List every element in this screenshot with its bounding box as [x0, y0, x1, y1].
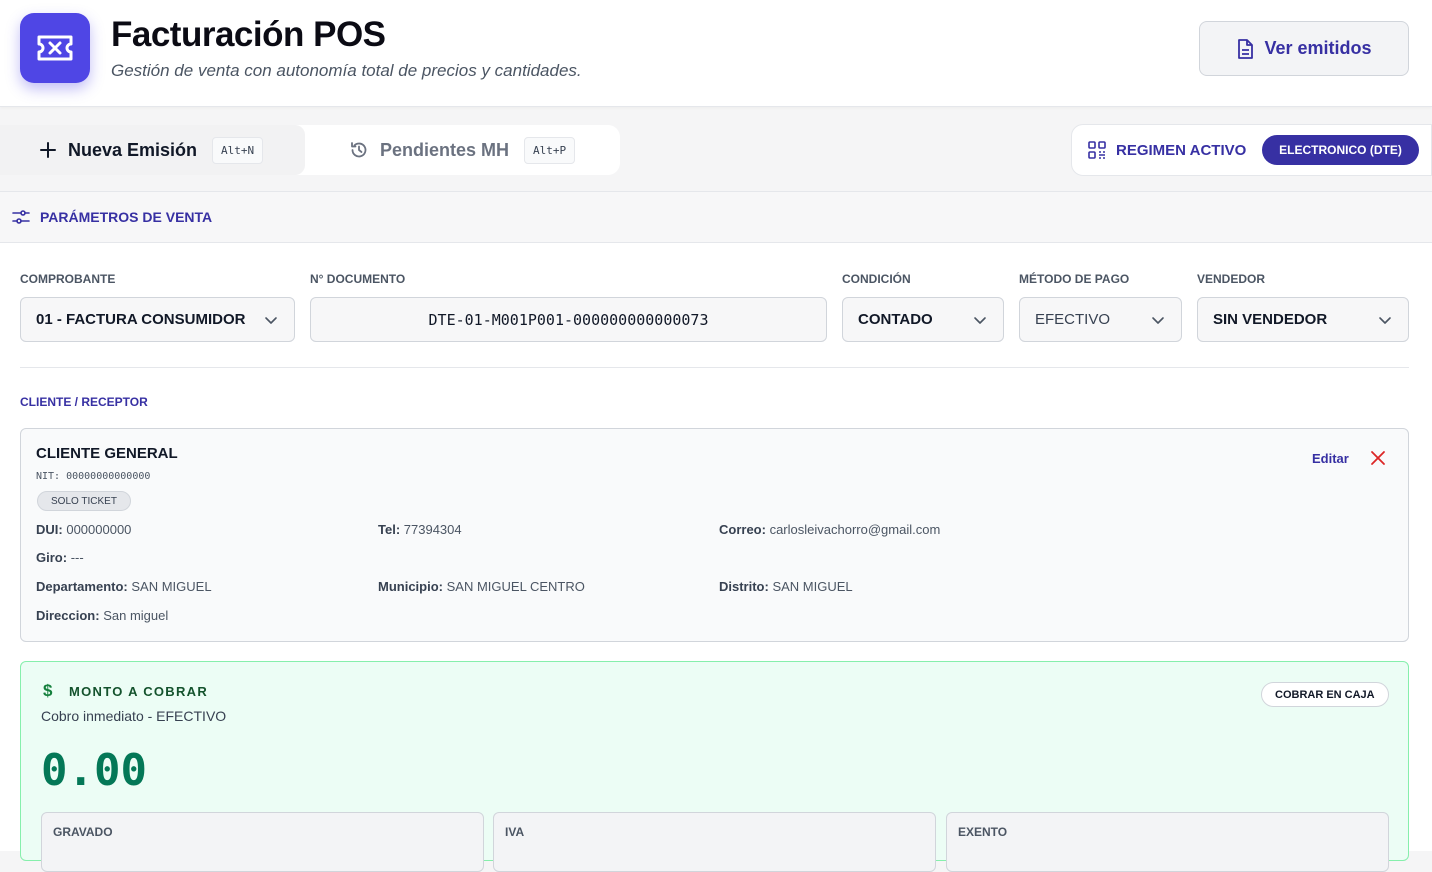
monto-title: MONTO A COBRAR	[69, 684, 209, 699]
params-title: PARÁMETROS DE VENTA	[40, 209, 213, 225]
tab-nueva-emision-label: Nueva Emisión	[68, 139, 198, 160]
venta-card: PARÁMETROS DE VENTA COMPROBANTE 01 - FAC…	[0, 191, 1432, 872]
tab-pendientes-mh[interactable]: Pendientes MH Alt+P	[305, 125, 620, 175]
cliente-municipio: Municipio: SAN MIGUEL CENTRO	[378, 579, 585, 594]
edit-cliente-link[interactable]: Editar	[1312, 451, 1349, 466]
cliente-distrito: Distrito: SAN MIGUEL	[719, 579, 853, 594]
cliente-card: CLIENTE GENERAL NIT: 00000000000000 SOLO…	[20, 428, 1409, 642]
page-header: Facturación POS Gestión de venta con aut…	[0, 0, 1432, 107]
qr-code-icon	[1088, 141, 1106, 159]
gravado-box: GRAVADO	[41, 812, 484, 872]
iva-box: IVA	[493, 812, 936, 872]
metodo-label: MÉTODO DE PAGO	[1019, 272, 1130, 286]
ver-emitidos-button[interactable]: Ver emitidos	[1199, 21, 1409, 76]
chevron-down-icon	[1152, 317, 1164, 324]
chevron-down-icon	[974, 317, 986, 324]
chevron-down-icon	[1379, 317, 1391, 324]
sliders-icon	[12, 210, 30, 224]
comprobante-value: 01 - FACTURA CONSUMIDOR	[36, 311, 246, 328]
condicion-select[interactable]: CONTADO	[842, 297, 1004, 342]
comprobante-select[interactable]: 01 - FACTURA CONSUMIDOR	[20, 297, 295, 342]
history-icon	[351, 142, 367, 158]
emission-tabs: Nueva Emisión Alt+N Pendientes MH Alt+P	[0, 125, 620, 175]
cliente-tag-badge: SOLO TICKET	[37, 491, 131, 511]
cliente-departamento: Departamento: SAN MIGUEL	[36, 579, 212, 594]
tab-nueva-emision[interactable]: Nueva Emisión Alt+N	[0, 125, 305, 175]
cliente-nit: NIT: 00000000000000	[36, 471, 151, 482]
chevron-down-icon	[265, 317, 277, 324]
condicion-label: CONDICIÓN	[842, 272, 911, 286]
exento-box: EXENTO	[946, 812, 1389, 872]
cliente-section-label: CLIENTE / RECEPTOR	[20, 395, 148, 409]
plus-icon	[40, 142, 56, 158]
regimen-badge: ELECTRONICO (DTE)	[1262, 135, 1419, 165]
tab-pendientes-mh-label: Pendientes MH	[380, 139, 510, 160]
cliente-dui: DUI: 000000000	[36, 522, 132, 537]
regimen-label: REGIMEN ACTIVO	[1116, 141, 1247, 159]
params-header: PARÁMETROS DE VENTA	[0, 192, 1432, 243]
shortcut-badge: Alt+P	[524, 136, 576, 164]
cliente-name: CLIENTE GENERAL	[36, 445, 178, 462]
cliente-direccion: Direccion: San miguel	[36, 608, 169, 623]
page-title: Facturación POS	[111, 15, 386, 54]
monto-subtitle: Cobro inmediato - EFECTIVO	[41, 708, 227, 724]
cliente-correo: Correo: carlosleivachorro@gmail.com	[719, 522, 941, 537]
vendedor-value: SIN VENDEDOR	[1213, 311, 1328, 328]
metodo-pago-select[interactable]: EFECTIVO	[1019, 297, 1182, 342]
ver-emitidos-label: Ver emitidos	[1264, 38, 1372, 58]
dollar-icon: $	[43, 681, 53, 700]
monto-a-cobrar-panel: $ MONTO A COBRAR Cobro inmediato - EFECT…	[20, 661, 1409, 872]
cliente-giro: Giro: ---	[36, 550, 84, 565]
shortcut-badge: Alt+N	[212, 136, 264, 164]
comprobante-label: COMPROBANTE	[20, 272, 116, 286]
metodo-value: EFECTIVO	[1035, 311, 1111, 328]
close-icon[interactable]	[1370, 450, 1386, 471]
cobrar-en-caja-button[interactable]: COBRAR EN CAJA	[1261, 682, 1389, 707]
regimen-indicator: REGIMEN ACTIVO ELECTRONICO (DTE)	[1071, 124, 1432, 176]
vendedor-select[interactable]: SIN VENDEDOR	[1197, 297, 1409, 342]
divider	[20, 367, 1409, 368]
ticket-icon	[20, 13, 90, 83]
cliente-tel: Tel: 77394304	[378, 522, 462, 537]
condicion-value: CONTADO	[858, 311, 933, 328]
vendedor-label: VENDEDOR	[1197, 272, 1266, 286]
documento-label: N° DOCUMENTO	[310, 272, 406, 286]
page-subtitle: Gestión de venta con autonomía total de …	[111, 61, 582, 80]
monto-amount: 0.00	[41, 745, 147, 796]
document-icon	[1238, 38, 1254, 59]
documento-number-field: DTE-01-M001P001-000000000000073	[310, 297, 827, 342]
